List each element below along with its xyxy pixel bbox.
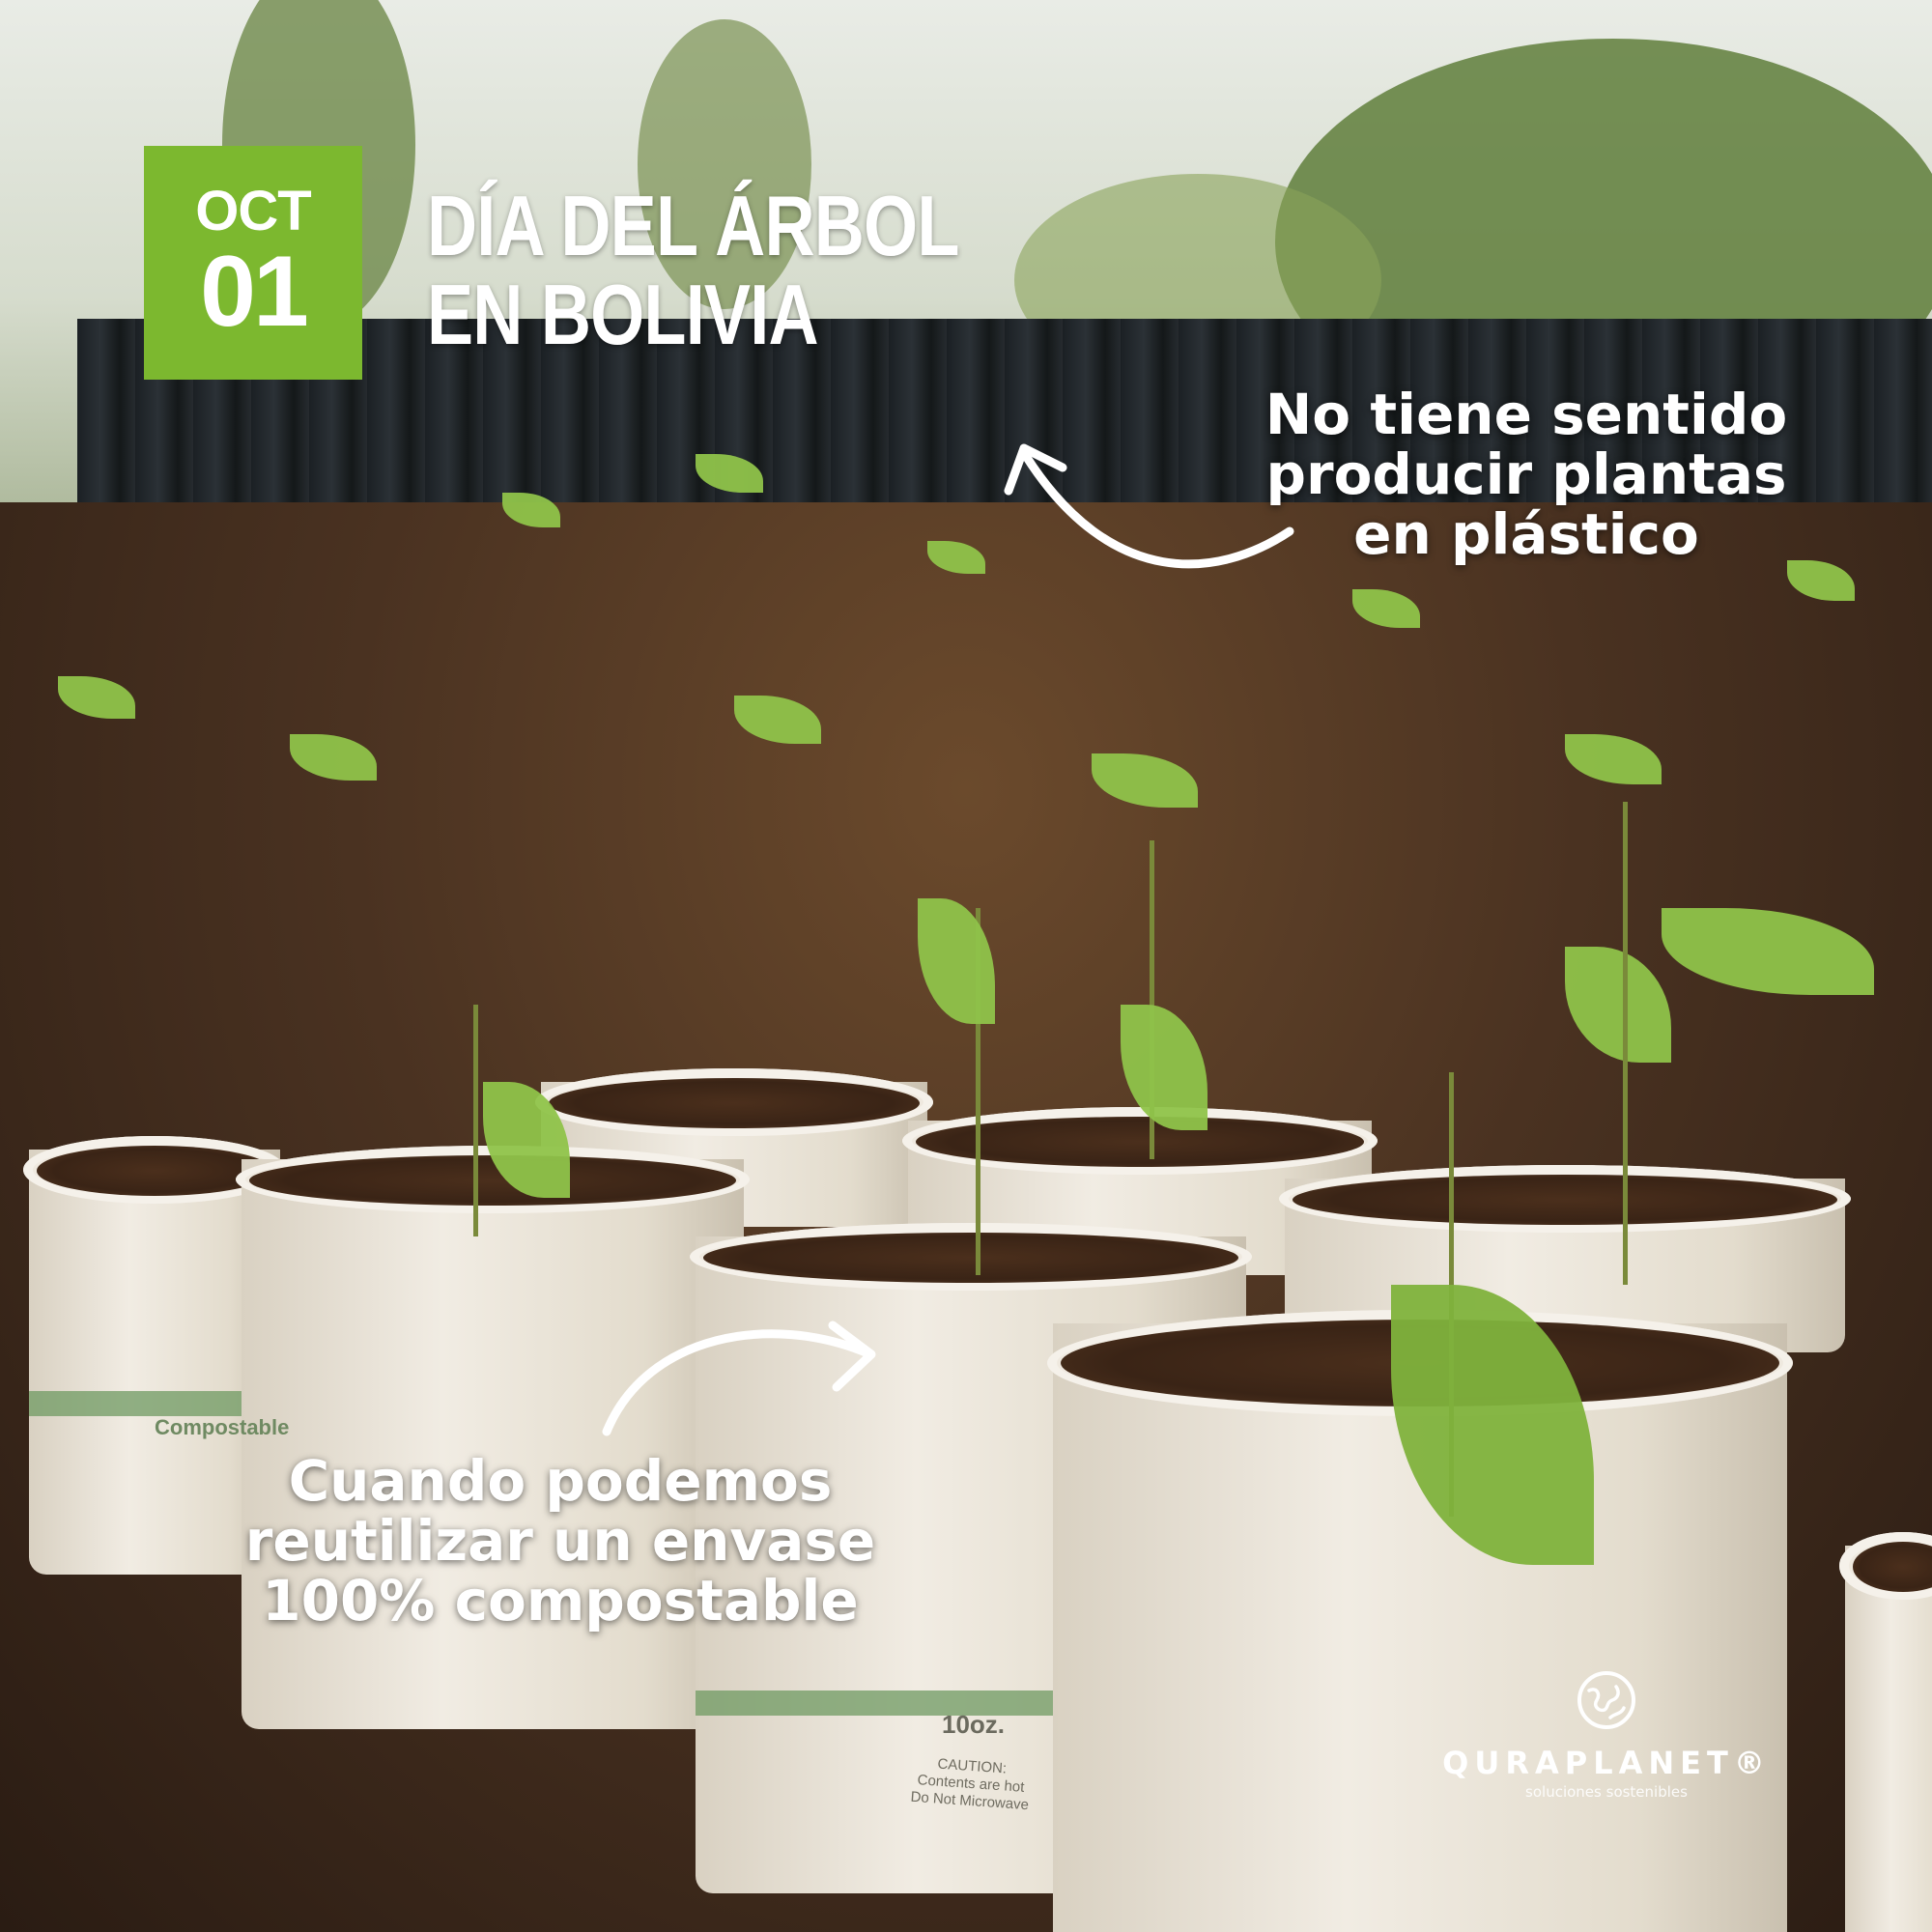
brand-logo: QURAPLANET® soluciones sostenibles [1428, 1669, 1785, 1801]
callout-top-line-1: No tiene sentido [1264, 382, 1788, 447]
callout-bottom: Cuando podemos reutilizar un envase 100%… [213, 1451, 908, 1631]
callout-bottom-line-3: 100% compostable [262, 1568, 859, 1634]
globe-icon [1577, 1671, 1635, 1729]
seedling-stem [473, 1005, 478, 1236]
cup-compostable-label: Compostable [155, 1415, 290, 1439]
arrow-to-plastic-icon [1004, 443, 1294, 569]
brand-name: QURAPLANET® [1442, 1745, 1771, 1781]
callout-top-line-3: en plástico [1353, 501, 1699, 567]
callout-bottom-line-2: reutilizar un envase [244, 1508, 876, 1574]
date-day: 01 [200, 236, 309, 348]
date-badge: OCT 01 [144, 146, 362, 380]
callout-bottom-line-1: Cuando podemos [288, 1448, 833, 1514]
cup-warning: CAUTION: Contents are hot Do Not Microwa… [910, 1755, 1030, 1814]
headline-line-2: EN BOLIVIA [427, 267, 819, 362]
date-month: OCT [195, 180, 311, 242]
brand-tagline: soluciones sostenibles [1525, 1783, 1688, 1801]
compostable-cup [1839, 1532, 1932, 1932]
seedling-stem [1623, 802, 1628, 1285]
headline-line-1: DÍA DEL ÁRBOL [427, 178, 959, 273]
headline: DÍA DEL ÁRBOL EN BOLIVIA [427, 182, 1075, 359]
cup-size-label: 10oz. [942, 1710, 1006, 1739]
arrow-to-cup-icon [602, 1321, 876, 1436]
callout-top-line-2: producir plantas [1265, 441, 1787, 507]
callout-top: No tiene sentido producir plantas en plá… [1227, 384, 1826, 564]
